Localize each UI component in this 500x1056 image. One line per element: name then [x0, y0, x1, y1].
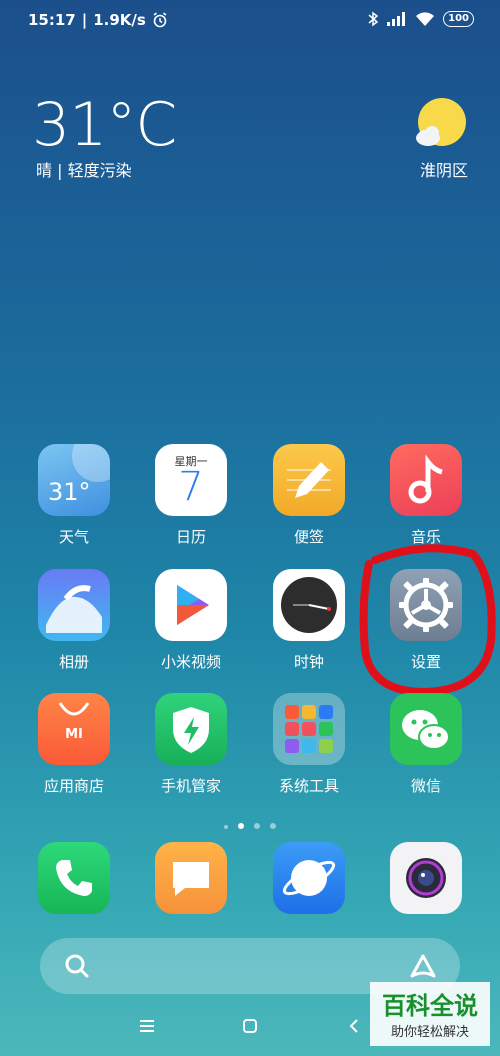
weather-icon: 31°	[38, 444, 110, 516]
app-label: 相册	[58, 653, 89, 671]
dock-camera[interactable]	[381, 842, 471, 914]
page-dot[interactable]	[270, 823, 276, 829]
app-weather[interactable]: 31° 天气	[29, 444, 119, 547]
status-divider: |	[81, 11, 88, 29]
status-bar: 15:17 | 1.9K/s 100	[0, 0, 500, 40]
app-label: 应用商店	[43, 777, 104, 795]
battery-indicator: 100	[443, 11, 474, 27]
app-label: 系统工具	[278, 777, 339, 795]
app-label: 日历	[175, 528, 206, 546]
watermark-subtitle: 助你轻松解决	[390, 1025, 469, 1040]
store-mi-text: MI	[65, 727, 83, 742]
status-speed: 1.9K/s	[93, 11, 146, 29]
app-clock[interactable]: 时钟	[264, 569, 354, 672]
status-right: 100	[367, 11, 474, 27]
wifi-icon	[416, 12, 435, 26]
app-wechat[interactable]: 微信	[381, 693, 471, 796]
app-label: 天气	[58, 528, 89, 546]
music-icon	[390, 444, 462, 516]
app-store[interactable]: MI 应用商店	[29, 693, 119, 796]
status-left: 15:17 | 1.9K/s	[28, 11, 168, 29]
folder-icon	[273, 693, 345, 765]
highlight-circle	[359, 544, 496, 697]
browser-icon	[273, 842, 345, 914]
dock-browser[interactable]	[264, 842, 354, 914]
menu-icon[interactable]	[138, 1018, 156, 1034]
watermark-title: 百科全说	[382, 992, 478, 1020]
calendar-day: 7	[178, 464, 204, 510]
app-label: 小米视频	[160, 653, 221, 671]
app-calendar[interactable]: 星期一 7 日历	[146, 444, 236, 547]
watermark: 百科全说 助你轻松解决	[370, 982, 490, 1046]
app-label: 手机管家	[160, 777, 221, 795]
app-label: 便签	[293, 528, 324, 546]
page-dot[interactable]	[254, 823, 260, 829]
app-video[interactable]: 小米视频	[146, 569, 236, 672]
app-music[interactable]: 音乐	[381, 444, 471, 547]
page-dot[interactable]	[224, 825, 228, 829]
search-icon	[65, 954, 89, 978]
notes-icon	[273, 444, 345, 516]
alarm-icon	[153, 12, 167, 28]
sunny-cloud-icon[interactable]	[412, 96, 468, 152]
status-time: 15:17	[28, 11, 76, 29]
signal-icon	[387, 12, 406, 26]
back-icon[interactable]	[348, 1018, 360, 1034]
app-notes[interactable]: 便签	[264, 444, 354, 547]
page-indicator[interactable]	[0, 814, 500, 833]
weather-district[interactable]: 淮阴区	[420, 157, 468, 181]
camera-icon	[390, 842, 462, 914]
home-icon[interactable]	[242, 1018, 258, 1034]
assistant-icon[interactable]	[408, 952, 438, 980]
dock-messages[interactable]	[146, 842, 236, 914]
app-security[interactable]: 手机管家	[146, 693, 236, 796]
weather-temperature[interactable]: 31°C	[32, 90, 177, 160]
clock-icon	[273, 569, 345, 641]
dock-phone[interactable]	[29, 842, 119, 914]
wechat-icon	[390, 693, 462, 765]
app-label: 时钟	[293, 653, 324, 671]
phone-icon	[38, 842, 110, 914]
app-store-icon: MI	[38, 693, 110, 765]
video-icon	[155, 569, 227, 641]
weather-app-temp: 31°	[48, 478, 91, 506]
app-folder-tools[interactable]: 系统工具	[264, 693, 354, 796]
messages-icon	[155, 842, 227, 914]
gallery-icon	[38, 569, 110, 641]
weather-description[interactable]: 晴 | 轻度污染	[36, 157, 132, 181]
app-label: 微信	[410, 777, 441, 795]
security-icon	[155, 693, 227, 765]
page-dot-active[interactable]	[238, 823, 244, 829]
app-gallery[interactable]: 相册	[29, 569, 119, 672]
calendar-icon: 星期一 7	[155, 444, 227, 516]
bluetooth-icon	[368, 11, 379, 27]
